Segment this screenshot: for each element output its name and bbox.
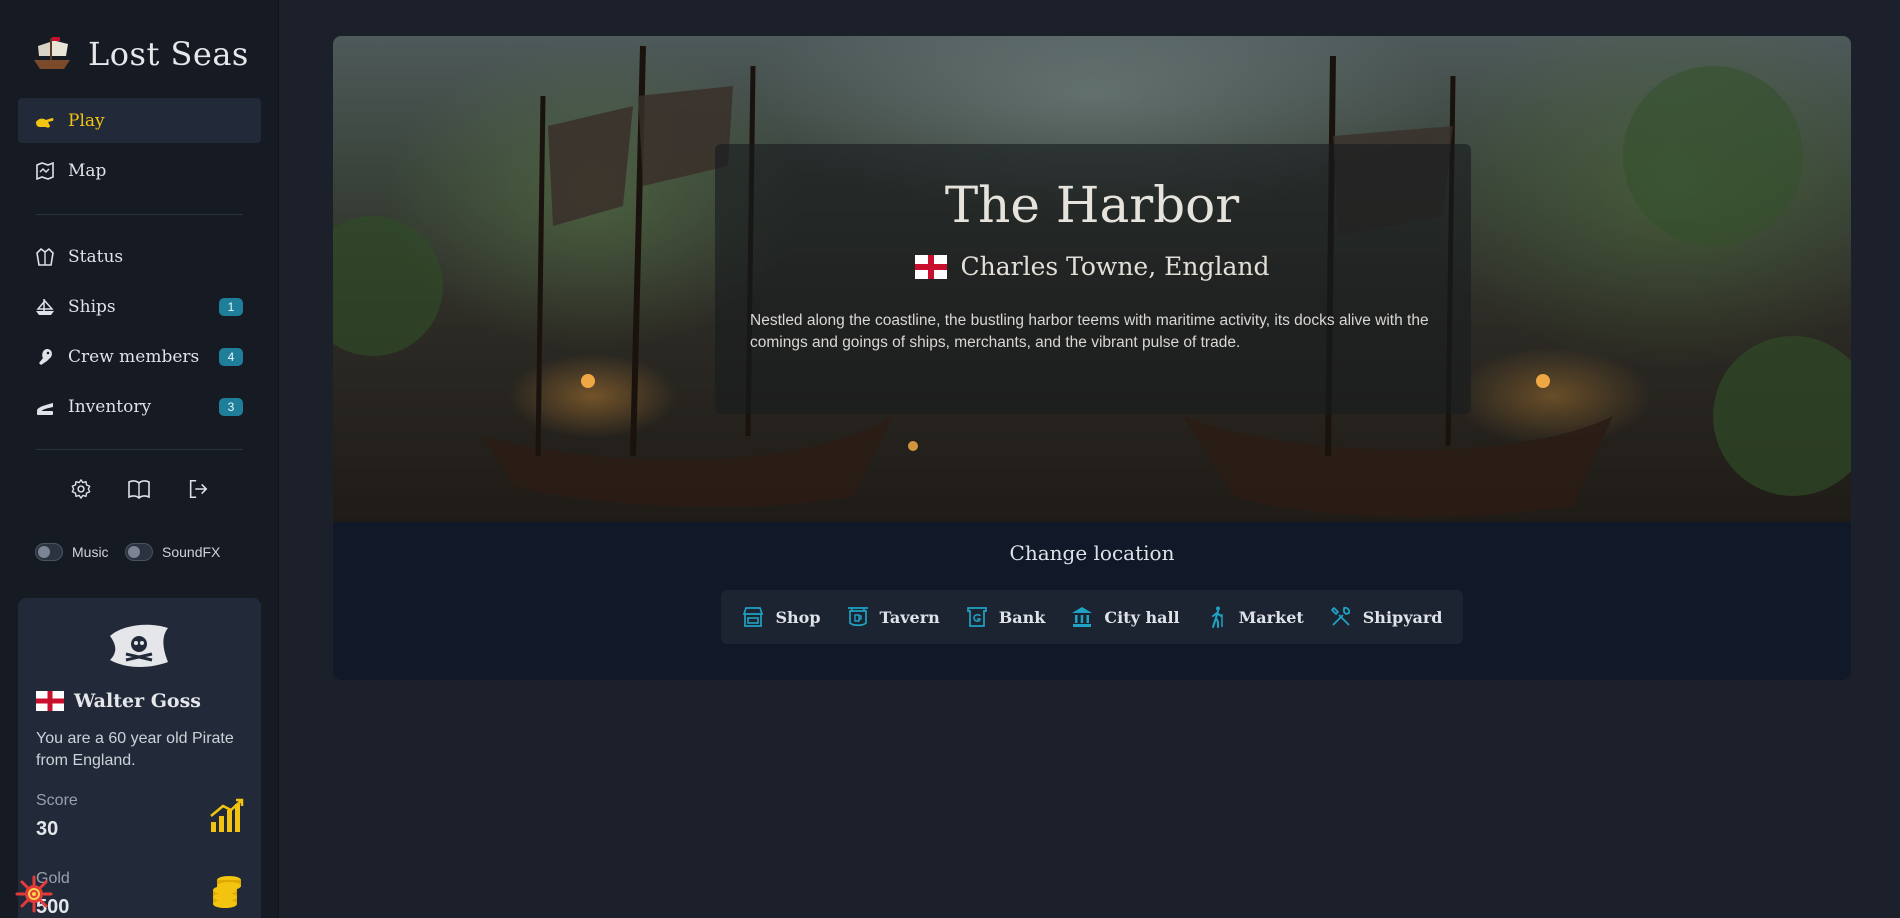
england-flag-icon <box>36 691 64 711</box>
nav-crew-members[interactable]: Crew members 4 <box>18 334 261 379</box>
pirate-flag-icon <box>110 624 168 667</box>
nav-ships[interactable]: Ships 1 <box>18 284 261 329</box>
england-flag-icon <box>914 254 947 279</box>
music-toggle-group: Music <box>35 543 109 561</box>
merchant-walking-icon <box>1211 606 1223 628</box>
city-hall-icon <box>1072 607 1093 627</box>
player-name: Walter Goss <box>36 690 201 712</box>
app-title: Lost Seas <box>88 35 249 73</box>
score-chart-icon <box>210 798 244 832</box>
nav-label: Crew members <box>68 346 200 367</box>
music-label: Music <box>72 544 109 560</box>
ships-count-badge: 1 <box>219 297 243 316</box>
nav-label: Status <box>68 246 124 267</box>
city-hall-label: City hall <box>1104 607 1180 627</box>
location-card: The Harbor Charles Towne, England Nestle… <box>333 36 1851 680</box>
divider <box>36 214 243 215</box>
nav-status[interactable]: Status <box>18 234 261 279</box>
soundfx-label: SoundFX <box>162 544 221 560</box>
score-label: Score <box>36 792 78 809</box>
bank-label: Bank <box>998 607 1046 627</box>
player-name-text: Walter Goss <box>74 690 201 712</box>
hand-pointing-icon <box>34 110 56 132</box>
nav-inventory[interactable]: Inventory 3 <box>18 384 261 429</box>
tools-icon <box>1330 606 1350 626</box>
score-value: 30 <box>36 818 59 840</box>
brand[interactable]: Lost Seas <box>30 32 249 76</box>
nav-label: Ships <box>68 296 116 317</box>
bank-button[interactable]: Bank <box>965 605 1046 629</box>
nav-label: Map <box>68 160 107 181</box>
coat-icon <box>34 246 56 268</box>
gear-icon <box>71 479 91 499</box>
divider <box>36 449 243 450</box>
location-description: Nestled along the coastline, the bustlin… <box>750 312 1429 351</box>
shop-icon <box>743 607 764 627</box>
nav-label: Inventory <box>68 396 152 417</box>
book-icon <box>128 480 150 500</box>
guide-button[interactable] <box>124 474 154 504</box>
bank-icon <box>966 607 987 627</box>
shop-label: Shop <box>775 607 821 627</box>
player-description: You are a 60 year old Pirate from Englan… <box>36 730 234 769</box>
soundfx-toggle-group: SoundFX <box>125 543 220 561</box>
location-hero: The Harbor Charles Towne, England Nestle… <box>333 36 1851 522</box>
tavern-sign-icon <box>847 607 868 627</box>
ship-logo-icon <box>34 37 70 69</box>
logout-button[interactable] <box>183 474 213 504</box>
location-place-text: Charles Towne, England <box>960 252 1270 281</box>
scroll-icon <box>34 396 56 418</box>
nav-play[interactable]: Play <box>18 98 261 143</box>
music-toggle[interactable] <box>35 543 63 561</box>
parrot-icon <box>34 346 56 368</box>
debug-icon[interactable] <box>14 874 54 914</box>
gold-coins-icon <box>213 876 241 908</box>
map-icon <box>34 160 56 182</box>
soundfx-toggle[interactable] <box>125 543 153 561</box>
market-label: Market <box>1238 607 1304 627</box>
sidebar: Lost Seas Play Map Status Ships 1 Crew m… <box>0 0 279 918</box>
market-button[interactable]: Market <box>1205 605 1304 629</box>
player-card: Walter Goss You are a 60 year old Pirate… <box>18 598 261 918</box>
shipyard-button[interactable]: Shipyard <box>1329 605 1443 629</box>
tavern-button[interactable]: Tavern <box>846 605 940 629</box>
city-hall-button[interactable]: City hall <box>1070 605 1180 629</box>
settings-button[interactable] <box>66 474 96 504</box>
nav-label: Play <box>68 110 105 131</box>
tavern-label: Tavern <box>879 607 940 627</box>
crew-count-badge: 4 <box>219 347 243 366</box>
shop-button[interactable]: Shop <box>741 605 821 629</box>
ship-icon <box>34 296 56 318</box>
change-location-title: Change location <box>1009 541 1175 565</box>
inventory-count-badge: 3 <box>219 397 243 416</box>
nav-map[interactable]: Map <box>18 148 261 193</box>
logout-icon <box>189 479 208 499</box>
location-title: The Harbor <box>944 176 1240 234</box>
location-buttons: Shop Tavern Bank City hall Market Shipya… <box>721 590 1463 644</box>
shipyard-label: Shipyard <box>1362 607 1443 627</box>
location-place: Charles Towne, England <box>333 252 1851 281</box>
